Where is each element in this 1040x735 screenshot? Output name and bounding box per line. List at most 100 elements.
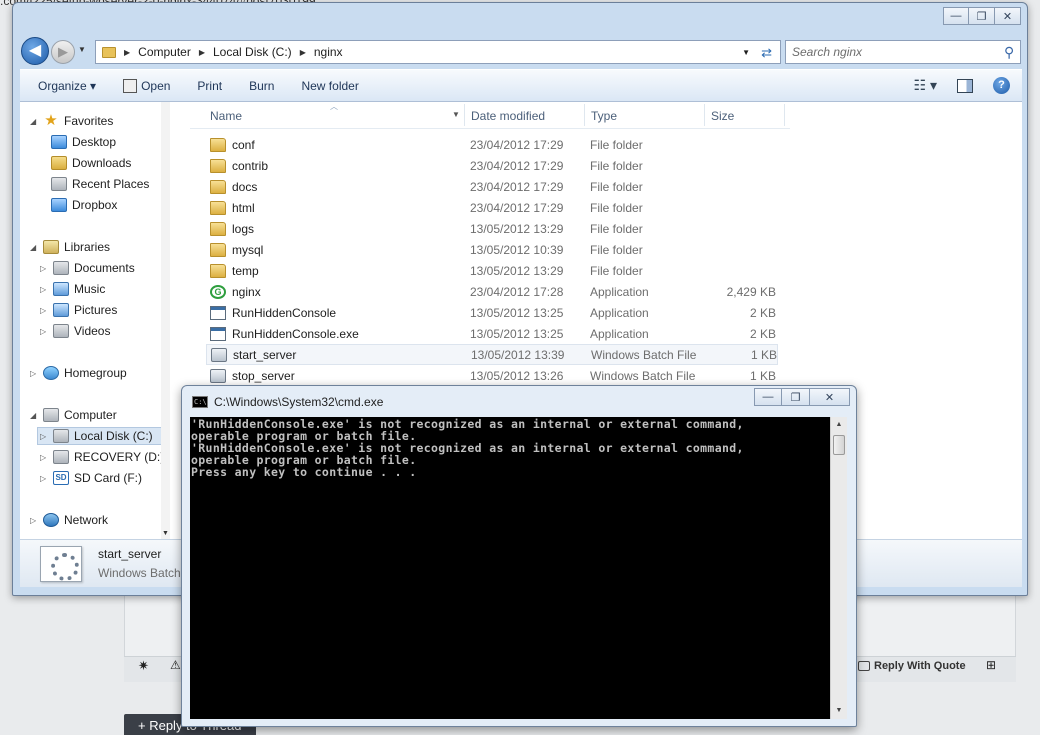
close-button[interactable]: ✕	[995, 7, 1021, 25]
details-file-name: start_server	[98, 547, 162, 561]
nav-recovery[interactable]: ▷ RECOVERY (D:)	[40, 450, 164, 464]
minimize-button[interactable]: —	[943, 7, 969, 25]
desktop-icon	[51, 135, 67, 149]
nav-music-label: Music	[74, 282, 106, 296]
file-row-selected[interactable]: start_server 13/05/2012 13:39 Windows Ba…	[206, 344, 778, 365]
collapsed-arrow-icon[interactable]: ▷	[40, 285, 48, 294]
expand-arrow-icon[interactable]: ◢	[30, 243, 38, 252]
collapsed-arrow-icon[interactable]: ▷	[30, 369, 38, 378]
file-date: 13/05/2012 13:25	[470, 326, 564, 341]
column-name[interactable]: Name	[210, 109, 242, 123]
column-divider[interactable]	[464, 104, 465, 126]
collapsed-arrow-icon[interactable]: ▷	[40, 327, 48, 336]
batch-file-icon	[40, 546, 82, 582]
back-button[interactable]: ◀	[21, 37, 49, 65]
nav-music[interactable]: ▷ Music	[40, 282, 105, 296]
nav-libraries[interactable]: ◢ Libraries	[30, 240, 110, 254]
console-output[interactable]: 'RunHiddenConsole.exe' is not recognized…	[190, 417, 830, 719]
chevron-down-icon[interactable]: ▼	[742, 48, 750, 57]
expand-arrow-icon[interactable]: ◢	[30, 117, 38, 126]
collapsed-arrow-icon[interactable]: ▷	[40, 432, 48, 441]
search-icon[interactable]: ⚲	[1004, 44, 1014, 61]
file-row[interactable]: conf 23/04/2012 17:29 File folder	[206, 134, 778, 155]
burn-button[interactable]: Burn	[249, 79, 274, 93]
collapsed-arrow-icon[interactable]: ▷	[40, 474, 48, 483]
collapsed-arrow-icon[interactable]: ▷	[40, 264, 48, 273]
column-divider[interactable]	[584, 104, 585, 126]
nav-network[interactable]: ▷ Network	[30, 513, 108, 527]
console-scrollbar[interactable]: ▲ ▼	[830, 417, 847, 719]
nav-favorites[interactable]: ◢ ★ Favorites	[30, 113, 113, 128]
collapsed-arrow-icon[interactable]: ▷	[40, 306, 48, 315]
star-icon[interactable]: ✷	[138, 658, 149, 674]
close-button[interactable]: ✕	[810, 388, 850, 406]
nav-recent-places[interactable]: Recent Places	[51, 177, 149, 191]
scroll-up-icon[interactable]: ▲	[831, 417, 847, 433]
collapsed-arrow-icon[interactable]: ▷	[40, 453, 48, 462]
file-row[interactable]: logs 13/05/2012 13:29 File folder	[206, 218, 778, 239]
nav-videos[interactable]: ▷ Videos	[40, 324, 110, 338]
scroll-down-icon[interactable]: ▼	[831, 703, 847, 719]
file-row[interactable]: contrib 23/04/2012 17:29 File folder	[206, 155, 778, 176]
nav-homegroup[interactable]: ▷ Homegroup	[30, 366, 127, 380]
scroll-down-icon[interactable]: ▼	[161, 530, 170, 537]
file-row[interactable]: docs 23/04/2012 17:29 File folder	[206, 176, 778, 197]
new-folder-button[interactable]: New folder	[301, 79, 358, 93]
breadcrumb-nginx[interactable]: nginx	[314, 45, 343, 59]
file-row[interactable]: mysql 13/05/2012 10:39 File folder	[206, 239, 778, 260]
chevron-right-icon[interactable]: ▶	[300, 48, 306, 57]
expand-arrow-icon[interactable]: ◢	[30, 411, 38, 420]
maximize-button[interactable]: ❐	[969, 7, 995, 25]
change-view-icon[interactable]: ☷ ▾	[914, 77, 937, 94]
search-box[interactable]: Search nginx ⚲	[785, 40, 1021, 64]
nav-pictures[interactable]: ▷ Pictures	[40, 303, 117, 317]
column-date-modified[interactable]: Date modified	[471, 109, 545, 123]
file-row[interactable]: stop_server 13/05/2012 13:26 Windows Bat…	[206, 365, 778, 386]
file-date: 13/05/2012 13:29	[470, 221, 564, 236]
reply-with-quote-button[interactable]: Reply With Quote	[858, 660, 966, 672]
file-row[interactable]: RunHiddenConsole 13/05/2012 13:25 Applic…	[206, 302, 778, 323]
multi-quote-icon[interactable]: ⊞	[986, 658, 996, 672]
column-divider[interactable]	[784, 104, 785, 126]
help-icon[interactable]: ?	[993, 77, 1010, 94]
file-row[interactable]: temp 13/05/2012 13:29 File folder	[206, 260, 778, 281]
file-row[interactable]: Gnginx 23/04/2012 17:28 Application 2,42…	[206, 281, 778, 302]
scrollbar-thumb[interactable]	[833, 435, 845, 455]
file-row[interactable]: html 23/04/2012 17:29 File folder	[206, 197, 778, 218]
column-size[interactable]: Size	[711, 109, 734, 123]
print-button[interactable]: Print	[197, 79, 222, 93]
nav-recovery-label: RECOVERY (D:)	[74, 450, 165, 464]
collapsed-arrow-icon[interactable]: ▷	[30, 516, 38, 525]
column-filter-icon[interactable]: ▼	[452, 110, 460, 119]
organize-button[interactable]: Organize ▾	[38, 79, 96, 93]
breadcrumb-computer[interactable]: Computer	[138, 45, 191, 59]
warning-icon[interactable]: ⚠	[170, 658, 181, 672]
maximize-button[interactable]: ❐	[782, 388, 810, 406]
minimize-button[interactable]: —	[754, 388, 782, 406]
breadcrumb-local-disk[interactable]: Local Disk (C:)	[213, 45, 292, 59]
column-type[interactable]: Type	[591, 109, 617, 123]
nav-desktop-label: Desktop	[72, 135, 117, 149]
nav-computer[interactable]: ◢ Computer	[30, 408, 117, 422]
forward-button[interactable]: ▶	[51, 40, 75, 64]
nav-documents[interactable]: ▷ Documents	[40, 261, 135, 275]
nav-pane-scrollbar[interactable]: ▼	[161, 102, 170, 539]
cmd-titlebar[interactable]: C:\ C:\Windows\System32\cmd.exe	[192, 395, 383, 409]
address-bar[interactable]: ▶ Computer ▶ Local Disk (C:) ▶ nginx ▼ ⇄	[95, 40, 781, 64]
nav-dropbox[interactable]: Dropbox	[51, 198, 117, 212]
nav-sd-card[interactable]: ▷ SD SD Card (F:)	[40, 471, 142, 485]
nav-local-disk[interactable]: ▷ Local Disk (C:)	[37, 427, 164, 445]
refresh-icon[interactable]: ⇄	[761, 45, 772, 61]
recent-pages-dropdown[interactable]: ▼	[78, 45, 86, 54]
chevron-right-icon[interactable]: ▶	[124, 48, 130, 57]
column-divider[interactable]	[704, 104, 705, 126]
file-size: 2 KB	[749, 305, 776, 320]
chevron-right-icon[interactable]: ▶	[199, 48, 205, 57]
open-button[interactable]: Open	[123, 78, 170, 93]
file-row[interactable]: RunHiddenConsole.exe 13/05/2012 13:25 Ap…	[206, 323, 778, 344]
nav-downloads[interactable]: Downloads	[51, 156, 131, 170]
file-name: conf	[232, 137, 255, 152]
folder-icon	[210, 137, 226, 152]
nav-desktop[interactable]: Desktop	[51, 135, 116, 149]
preview-pane-icon[interactable]	[957, 78, 973, 93]
